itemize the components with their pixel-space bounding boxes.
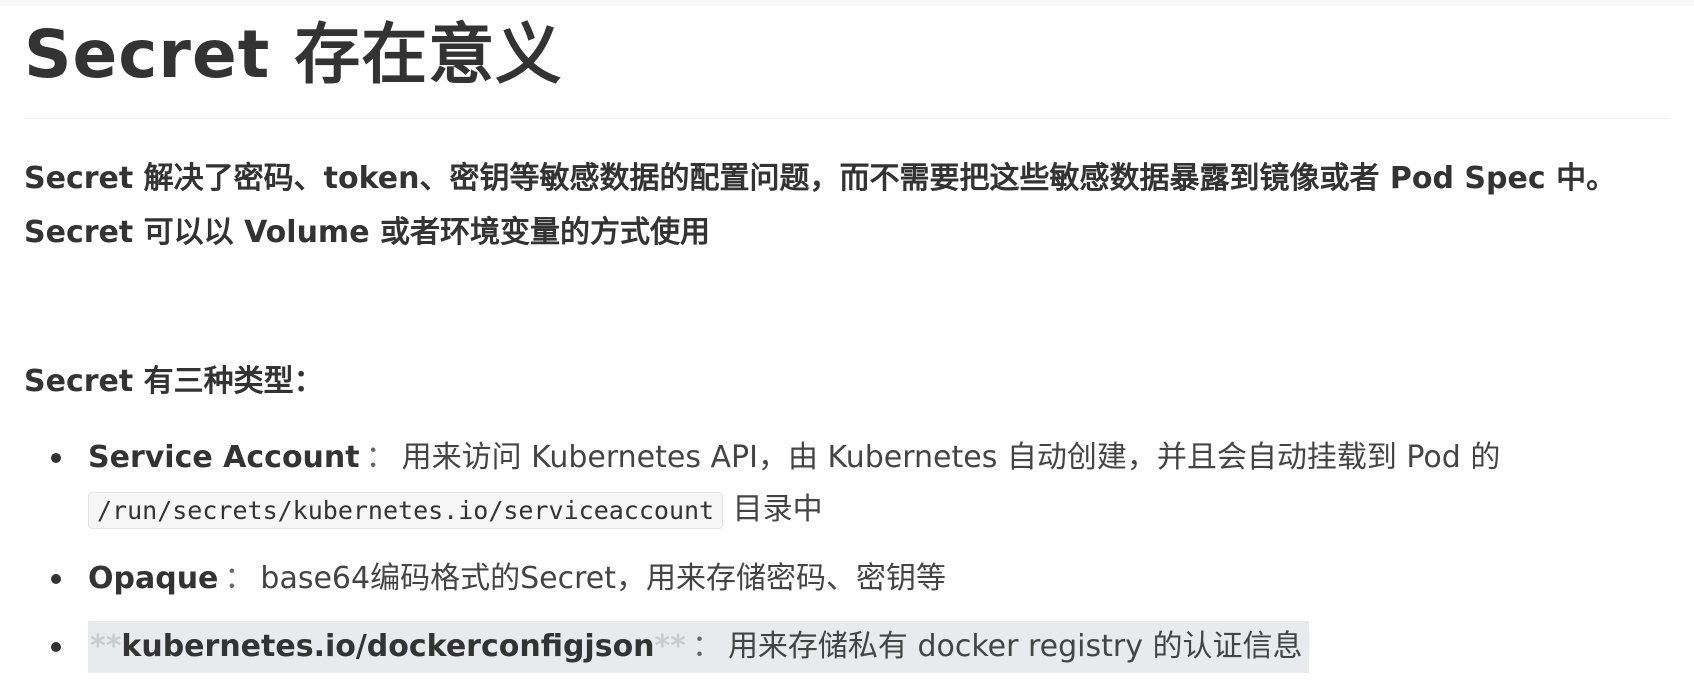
heading-divider xyxy=(24,118,1670,119)
type-term: Service Account xyxy=(88,440,360,475)
page-heading: Secret 存在意义 xyxy=(24,16,563,93)
top-strip xyxy=(0,0,1694,6)
type-description: base64编码格式的Secret，用来存储密码、密钥等 xyxy=(260,561,946,596)
list-item-service-account: Service Account：用来访问 Kubernetes API，由 Ku… xyxy=(24,432,1674,537)
type-term: kubernetes.io/dockerconfigjson xyxy=(121,629,655,664)
type-description: 用来存储私有 docker registry 的认证信息 xyxy=(727,629,1303,664)
list-item-opaque: Opaque： base64编码格式的Secret，用来存储密码、密钥等 xyxy=(24,553,1674,605)
type-separator: ： xyxy=(224,561,255,596)
type-separator: ： xyxy=(365,440,396,475)
highlighted-selection: **kubernetes.io/dockerconfigjson**：用来存储私… xyxy=(88,621,1309,673)
bullet-icon xyxy=(51,642,61,652)
intro-paragraph: Secret 解决了密码、token、密钥等敏感数据的配置问题，而不需要把这些敏… xyxy=(24,161,1617,250)
bullet-icon xyxy=(51,453,61,463)
types-title: Secret 有三种类型： xyxy=(24,364,324,399)
markdown-bold-marks: ** xyxy=(90,629,122,664)
mount-path-code: /run/secrets/kubernetes.io/serviceaccoun… xyxy=(88,492,724,529)
type-separator: ： xyxy=(691,629,722,664)
list-item-dockerconfigjson: **kubernetes.io/dockerconfigjson**：用来存储私… xyxy=(24,621,1674,673)
type-description-suffix: 目录中 xyxy=(732,492,823,527)
types-list: Service Account：用来访问 Kubernetes API，由 Ku… xyxy=(24,432,1674,689)
markdown-bold-marks: ** xyxy=(654,629,686,664)
type-description: 用来访问 Kubernetes API，由 Kubernetes 自动创建，并且… xyxy=(401,440,1501,475)
bullet-icon xyxy=(51,574,61,584)
type-term: Opaque xyxy=(88,561,219,596)
